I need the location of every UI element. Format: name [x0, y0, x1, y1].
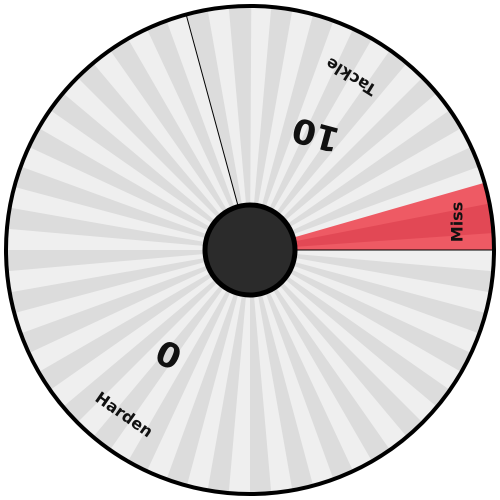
move-wheel[interactable]: Tackle 10 Harden 0 Miss: [0, 0, 500, 500]
wheel-hub[interactable]: [202, 202, 298, 298]
miss-label: Miss: [448, 202, 467, 242]
